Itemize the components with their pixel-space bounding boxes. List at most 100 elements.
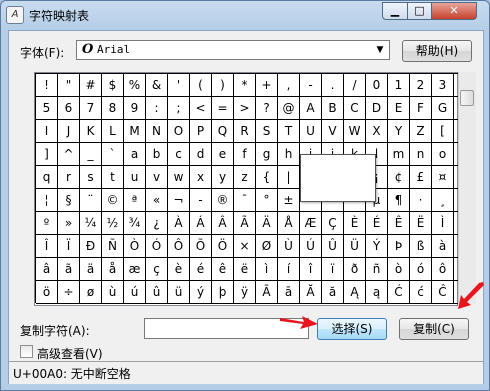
- character-cell[interactable]: .: [322, 74, 344, 97]
- character-cell[interactable]: Ï: [58, 235, 80, 258]
- character-cell[interactable]: !: [36, 74, 58, 97]
- character-cell[interactable]: à: [432, 235, 454, 258]
- character-cell[interactable]: Î: [36, 235, 58, 258]
- character-cell[interactable]: Ã: [234, 212, 256, 235]
- character-cell[interactable]: è: [168, 258, 190, 281]
- character-cell[interactable]: ¾: [124, 212, 146, 235]
- character-cell[interactable]: F: [410, 97, 432, 120]
- help-button[interactable]: 帮助(H): [402, 40, 472, 62]
- character-cell[interactable]: Ú: [300, 235, 322, 258]
- character-cell[interactable]: R: [234, 120, 256, 143]
- character-cell[interactable]: ý: [190, 281, 212, 304]
- character-cell[interactable]: v: [146, 166, 168, 189]
- character-cell[interactable]: Å: [278, 212, 300, 235]
- character-cell[interactable]: C: [344, 97, 366, 120]
- character-cell[interactable]: °: [256, 189, 278, 212]
- character-cell[interactable]: g: [256, 143, 278, 166]
- character-cell[interactable]: ,: [278, 74, 300, 97]
- character-cell[interactable]: U: [300, 120, 322, 143]
- character-cell[interactable]: V: [322, 120, 344, 143]
- character-cell[interactable]: ¬: [168, 189, 190, 212]
- character-cell[interactable]: â: [36, 258, 58, 281]
- character-cell[interactable]: b: [146, 143, 168, 166]
- character-cell[interactable]: ä: [80, 258, 102, 281]
- character-cell[interactable]: Y: [388, 120, 410, 143]
- character-cell[interactable]: q: [36, 166, 58, 189]
- character-cell[interactable]: 0: [366, 74, 388, 97]
- character-cell[interactable]: *: [234, 74, 256, 97]
- character-cell[interactable]: ¿: [146, 212, 168, 235]
- character-cell[interactable]: ¢: [388, 166, 410, 189]
- character-cell[interactable]: ø: [80, 281, 102, 304]
- character-cell[interactable]: Á: [190, 212, 212, 235]
- character-cell[interactable]: :: [146, 97, 168, 120]
- minimize-button[interactable]: ▁: [382, 2, 408, 20]
- character-cell[interactable]: +: [256, 74, 278, 97]
- character-cell[interactable]: ;: [168, 97, 190, 120]
- character-cell[interactable]: Ą: [344, 281, 366, 304]
- character-cell[interactable]: ë: [234, 258, 256, 281]
- character-cell[interactable]: ": [58, 74, 80, 97]
- copy-characters-input[interactable]: [144, 318, 309, 339]
- character-cell[interactable]: s: [80, 166, 102, 189]
- character-cell[interactable]: ò: [388, 258, 410, 281]
- character-cell[interactable]: _: [80, 143, 102, 166]
- character-cell[interactable]: ü: [168, 281, 190, 304]
- character-cell[interactable]: ¦: [36, 189, 58, 212]
- character-cell[interactable]: å: [102, 258, 124, 281]
- character-cell[interactable]: Ø: [256, 235, 278, 258]
- character-cell[interactable]: ½: [102, 212, 124, 235]
- character-cell[interactable]: ×: [234, 235, 256, 258]
- character-cell[interactable]: «: [146, 189, 168, 212]
- character-cell[interactable]: (: [190, 74, 212, 97]
- character-cell[interactable]: í: [278, 258, 300, 281]
- character-cell[interactable]: D: [366, 97, 388, 120]
- character-cell[interactable]: T: [278, 120, 300, 143]
- character-cell[interactable]: ): [212, 74, 234, 97]
- character-cell[interactable]: ó: [410, 258, 432, 281]
- character-cell[interactable]: ă: [322, 281, 344, 304]
- character-cell[interactable]: Ò: [124, 235, 146, 258]
- character-cell[interactable]: S: [256, 120, 278, 143]
- character-cell[interactable]: h: [278, 143, 300, 166]
- character-cell[interactable]: Ä: [256, 212, 278, 235]
- character-cell[interactable]: M: [124, 120, 146, 143]
- character-cell[interactable]: 9: [124, 97, 146, 120]
- character-cell[interactable]: þ: [212, 281, 234, 304]
- character-cell[interactable]: Ñ: [102, 235, 124, 258]
- character-cell[interactable]: ć: [410, 281, 432, 304]
- character-cell[interactable]: ©: [102, 189, 124, 212]
- character-cell[interactable]: Ô: [168, 235, 190, 258]
- character-cell[interactable]: ð: [344, 258, 366, 281]
- character-cell[interactable]: e: [212, 143, 234, 166]
- advanced-view-checkbox[interactable]: [20, 345, 33, 358]
- character-cell[interactable]: æ: [124, 258, 146, 281]
- character-cell[interactable]: ÷: [58, 281, 80, 304]
- character-cell[interactable]: Ù: [278, 235, 300, 258]
- character-cell[interactable]: ï: [322, 258, 344, 281]
- character-cell[interactable]: §: [58, 189, 80, 212]
- copy-button[interactable]: 复制(C): [399, 318, 469, 340]
- character-cell[interactable]: Ö: [212, 235, 234, 258]
- character-cell[interactable]: $: [102, 74, 124, 97]
- character-cell[interactable]: w: [168, 166, 190, 189]
- character-cell[interactable]: @: [278, 97, 300, 120]
- character-cell[interactable]: J: [58, 120, 80, 143]
- character-cell[interactable]: d: [190, 143, 212, 166]
- character-cell[interactable]: {: [256, 166, 278, 189]
- character-cell[interactable]: »: [58, 212, 80, 235]
- character-cell[interactable]: 2: [410, 74, 432, 97]
- character-cell[interactable]: W: [344, 120, 366, 143]
- character-cell[interactable]: È: [344, 212, 366, 235]
- character-cell[interactable]: ê: [212, 258, 234, 281]
- character-cell[interactable]: ú: [124, 281, 146, 304]
- character-cell[interactable]: ^: [58, 143, 80, 166]
- character-cell[interactable]: K: [80, 120, 102, 143]
- character-cell[interactable]: ô: [432, 258, 454, 281]
- maximize-button[interactable]: □: [407, 2, 432, 20]
- character-cell[interactable]: 3: [432, 74, 454, 97]
- character-cell[interactable]: ¨: [80, 189, 102, 212]
- character-cell[interactable]: 8: [102, 97, 124, 120]
- character-cell[interactable]: #: [80, 74, 102, 97]
- character-cell[interactable]: Õ: [190, 235, 212, 258]
